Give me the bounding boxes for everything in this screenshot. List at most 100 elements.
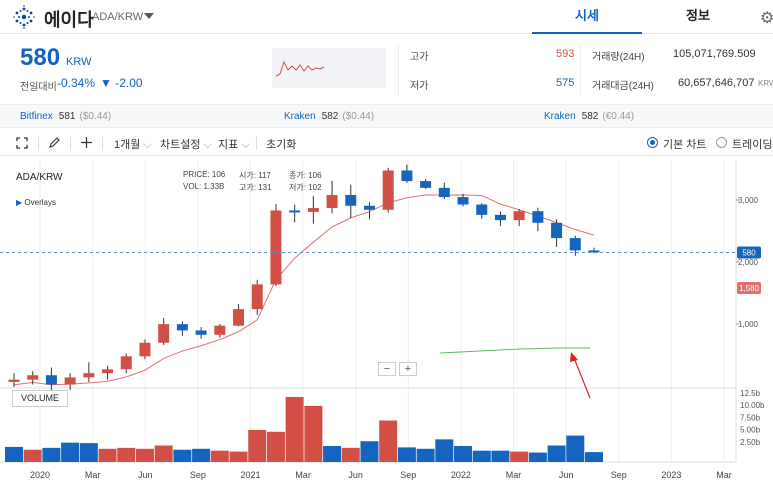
tab-market[interactable]: 시세 xyxy=(532,0,642,34)
zoom-in-button[interactable]: + xyxy=(399,362,417,376)
exchange-name[interactable]: Kraken xyxy=(544,111,576,122)
divider xyxy=(70,136,71,150)
chart-symbol: ADA/KRW xyxy=(16,172,63,183)
volume-bar xyxy=(98,448,117,462)
tab-info[interactable]: 정보 xyxy=(642,0,754,34)
basic-chart-label[interactable]: 기본 차트 xyxy=(663,136,707,152)
overlays-toggle[interactable]: ▶ Overlays xyxy=(16,198,56,207)
low-value: 575 xyxy=(556,77,575,89)
pencil-icon[interactable] xyxy=(48,136,61,149)
fullscreen-icon[interactable] xyxy=(16,137,28,149)
price-tick-label: 3,000 xyxy=(738,196,759,205)
reset-button[interactable]: 초기화 xyxy=(266,136,296,152)
x-tick-label: Sep xyxy=(611,470,627,480)
ohlc-open-label: 시가: xyxy=(239,171,256,180)
volume-bar xyxy=(379,420,398,462)
ohlc-price-label: PRICE: xyxy=(183,170,210,179)
basic-chart-radio[interactable] xyxy=(647,137,658,148)
ohlc-low-label: 저가: xyxy=(289,183,306,192)
candle-body xyxy=(307,208,319,212)
ohlc-vol-label: VOL: xyxy=(183,182,202,191)
trade-value: 60,657,646,707 xyxy=(678,77,755,89)
x-tick-label: 2023 xyxy=(661,470,681,480)
x-tick-label: 2020 xyxy=(30,470,50,480)
moving-average-line xyxy=(13,194,595,386)
ohlc-open: 시가: 117 xyxy=(239,170,271,181)
volume-bar xyxy=(341,447,360,462)
exchange-item[interactable]: Bitfinex 581 ($0.44) xyxy=(20,111,111,122)
tradingview-label[interactable]: 트레이딩뷰 xyxy=(732,136,773,152)
price-tick-label: 1,000 xyxy=(738,320,759,329)
volume-bar xyxy=(5,446,23,462)
candle-body xyxy=(120,356,132,370)
volume-value: 105,071,769.509 xyxy=(673,48,756,60)
candle-body xyxy=(569,238,581,251)
ohlc-close-value: 106 xyxy=(308,171,322,180)
candle-body xyxy=(382,170,394,210)
high-value: 593 xyxy=(556,48,575,60)
ohlc-price-value: 106 xyxy=(211,170,226,179)
ohlc-high-value: 131 xyxy=(258,183,272,192)
candle-body xyxy=(158,324,170,343)
crosshair-icon[interactable] xyxy=(80,136,93,149)
exchange-sub: ($0.44) xyxy=(342,111,375,122)
annotation-arrow-head xyxy=(570,352,578,362)
ohlc-vol-value: 1.33B xyxy=(203,182,225,191)
volume-bar xyxy=(360,441,379,462)
ohlc-close-label: 종가: xyxy=(289,171,306,180)
volume-bar xyxy=(454,445,473,462)
x-tick-label: 2022 xyxy=(451,470,471,480)
ohlc-high-label: 고가: xyxy=(239,183,256,192)
volume-bar xyxy=(42,447,61,462)
volume-bar xyxy=(323,445,342,462)
ma-price-badge-label: 1,580 xyxy=(739,284,760,293)
tradingview-radio[interactable] xyxy=(716,137,727,148)
price-chart[interactable]: 2020 Mar Jun Sep 2021 Mar Jun Sep 2022 Mar Jun Sep 2… xyxy=(0,157,773,482)
exchange-item[interactable]: Kraken 582 (€0.44) xyxy=(544,111,634,122)
chevron-down-icon: ⌵ xyxy=(203,139,212,151)
divider xyxy=(580,44,581,96)
exchange-sub: ($0.44) xyxy=(79,111,112,122)
low-label: 저가 xyxy=(410,81,429,92)
change-label: 전일대비 xyxy=(20,82,57,93)
trade-value-label: 거래대금(24H) xyxy=(592,81,654,92)
coin-dropdown-icon[interactable] xyxy=(144,13,154,19)
volume-bar xyxy=(210,450,229,462)
indicators-dropdown[interactable]: 지표 ⌵ xyxy=(218,136,250,152)
period-label: 1개월 xyxy=(114,139,141,151)
candle-body xyxy=(551,222,563,239)
volume-bar xyxy=(192,448,211,462)
volume-bar xyxy=(510,451,529,462)
period-dropdown[interactable]: 1개월 ⌵ xyxy=(114,136,152,152)
divider xyxy=(398,44,399,96)
candle-body xyxy=(420,181,432,188)
volume-bar xyxy=(229,451,248,462)
change-absolute: ▼ -2.00 xyxy=(100,76,143,90)
volume-button[interactable]: VOLUME xyxy=(12,390,68,407)
candle-body xyxy=(513,211,525,221)
candle-body xyxy=(83,373,95,378)
chevron-down-icon: ⌵ xyxy=(143,139,152,151)
exchange-name[interactable]: Bitfinex xyxy=(20,111,53,122)
zoom-out-button[interactable]: − xyxy=(378,362,396,376)
volume-bar xyxy=(117,447,136,462)
annotation-arrow xyxy=(573,357,591,399)
candle-body xyxy=(289,210,301,213)
candle-body xyxy=(438,187,450,198)
chart-settings-dropdown[interactable]: 차트설정 ⌵ xyxy=(160,136,212,152)
chart-toolbar: 1개월 ⌵ 차트설정 ⌵ 지표 ⌵ 초기화 기본 차트 트레이딩뷰 xyxy=(0,130,773,156)
volume-label: 거래량(24H) xyxy=(592,52,645,63)
candle-body xyxy=(326,194,338,209)
volume-bar xyxy=(566,435,585,462)
exchange-item[interactable]: Kraken 582 ($0.44) xyxy=(284,111,374,122)
x-tick-label: Jun xyxy=(348,470,363,480)
price-tick-label: 2,000 xyxy=(738,258,759,267)
cardano-logo-icon xyxy=(13,5,35,29)
candle-body xyxy=(8,379,20,382)
exchange-name[interactable]: Kraken xyxy=(284,111,316,122)
current-price: 580 xyxy=(20,44,61,71)
ohlc-low: 저가: 102 xyxy=(289,182,322,193)
candle-body xyxy=(401,170,413,182)
volume-tick-label: 2.50b xyxy=(740,438,761,447)
gear-icon[interactable]: ⚙ xyxy=(760,8,773,28)
